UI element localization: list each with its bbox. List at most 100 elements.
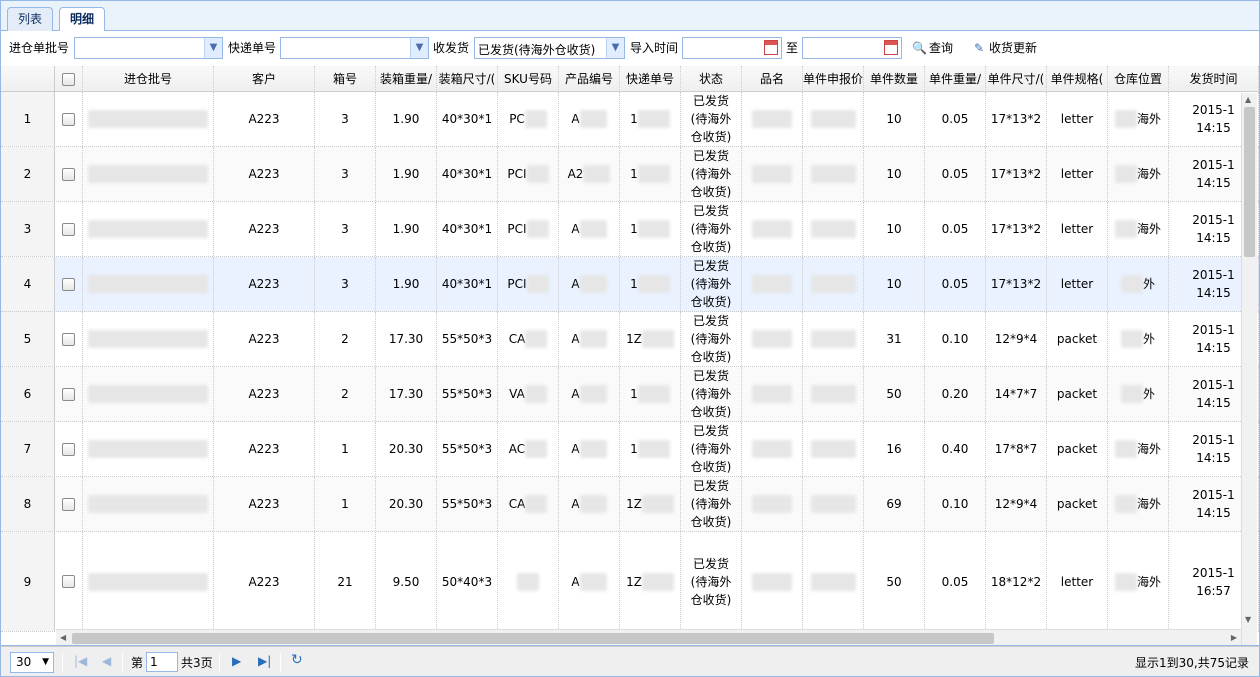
cell-box-size-value: 40*30*1: [441, 112, 493, 126]
status-combo[interactable]: 已发货(待海外仓收货) ▼: [474, 37, 625, 59]
redacted-text: [641, 572, 674, 591]
row-checkbox-cell: [55, 367, 83, 421]
col-customer[interactable]: 客户: [214, 66, 315, 92]
date-from-field[interactable]: [682, 37, 782, 59]
cell-name: [742, 257, 803, 311]
col-unit-size[interactable]: 单件尺寸/(: [986, 66, 1047, 92]
cell-product: A: [559, 92, 620, 146]
chevron-down-icon[interactable]: ▼: [42, 653, 49, 672]
table-row[interactable]: 3 A223 3 1.90 40*30*1 PCI A 1 已发货(待海外仓收货) 10 0.05 1…: [1, 202, 1259, 257]
col-name[interactable]: 品名: [742, 66, 803, 92]
row-checkbox[interactable]: [62, 387, 75, 401]
scroll-right-icon[interactable]: ▶: [1231, 633, 1237, 642]
table-row[interactable]: 8 A223 1 20.30 55*50*3 CA A 1Z 已发货(待海外仓收货) 69 0.10…: [1, 477, 1259, 532]
row-checkbox[interactable]: [62, 497, 75, 511]
first-page-icon[interactable]: |◀: [74, 654, 87, 668]
col-ship-time[interactable]: 发货时间: [1169, 66, 1259, 92]
chevron-down-icon[interactable]: ▼: [204, 38, 222, 58]
row-checkbox[interactable]: [62, 575, 75, 588]
col-qty[interactable]: 单件数量: [864, 66, 925, 92]
page-number-input[interactable]: 1: [146, 652, 178, 672]
row-checkbox[interactable]: [62, 442, 75, 456]
col-batch[interactable]: 进仓批号: [83, 66, 214, 92]
table-row[interactable]: 9 A223 21 9.50 50*40*3 A 1Z 已发货(待海外仓收货) 50 0.05 18…: [1, 532, 1259, 632]
cell-spec-value: letter: [1060, 167, 1094, 181]
scroll-down-icon[interactable]: ▼: [1245, 615, 1251, 624]
last-page-icon[interactable]: ▶|: [258, 654, 271, 668]
next-page-icon[interactable]: ▶: [232, 654, 241, 668]
col-status[interactable]: 状态: [681, 66, 742, 92]
date-to-field[interactable]: [802, 37, 902, 59]
calendar-icon[interactable]: [884, 40, 898, 55]
col-product[interactable]: 产品编号: [559, 66, 620, 92]
cell-batch: [83, 422, 214, 476]
col-box-size[interactable]: 装箱尺寸/(: [437, 66, 498, 92]
row-number-value: 1: [23, 112, 32, 126]
redacted-text: [810, 572, 856, 591]
cell-status: 已发货(待海外仓收货): [681, 532, 742, 631]
cell-unit-size: 14*7*7: [986, 367, 1047, 421]
calendar-icon[interactable]: [764, 40, 778, 55]
cell-unit-weight-value: 0.10: [941, 497, 969, 511]
cell-batch: [83, 257, 214, 311]
redacted-text: [517, 572, 539, 591]
batch-combo[interactable]: ▼: [74, 37, 223, 59]
redacted-text: [88, 275, 208, 293]
cell-product: A: [559, 532, 620, 631]
redacted-text: [752, 330, 792, 348]
page-size-select[interactable]: 30 ▼: [10, 652, 54, 673]
scroll-left-icon[interactable]: ◀: [60, 633, 66, 642]
row-checkbox-cell: [55, 92, 83, 146]
row-checkbox[interactable]: [62, 222, 75, 236]
tab-detail[interactable]: 明细: [59, 7, 106, 33]
row-checkbox[interactable]: [62, 332, 75, 346]
row-number-value: 8: [23, 497, 32, 511]
cell-declared: [803, 422, 864, 476]
redacted-text: [579, 572, 607, 591]
cell-location-value: 外: [1142, 332, 1155, 346]
col-box-weight[interactable]: 装箱重量/: [376, 66, 437, 92]
table-row[interactable]: 5 A223 2 17.30 55*50*3 CA A 1Z 已发货(待海外仓收货) 31 0.10…: [1, 312, 1259, 367]
horizontal-scrollbar[interactable]: ◀ ▶: [56, 629, 1241, 645]
cell-express: 1: [620, 257, 681, 311]
row-checkbox-cell: [55, 202, 83, 256]
col-sku[interactable]: SKU号码: [498, 66, 559, 92]
redacted-text: [1114, 220, 1137, 238]
prev-page-icon[interactable]: ◀: [102, 654, 111, 668]
col-box[interactable]: 箱号: [315, 66, 376, 92]
col-location[interactable]: 仓库位置: [1108, 66, 1169, 92]
table-row[interactable]: 1 A223 3 1.90 40*30*1 PC A 1 已发货(待海外仓收货) 10 0.05 17…: [1, 92, 1259, 147]
horizontal-scroll-thumb[interactable]: [72, 633, 994, 644]
refresh-icon[interactable]: ↻: [291, 652, 303, 668]
col-spec[interactable]: 单件规格(: [1047, 66, 1108, 92]
vertical-scroll-thumb[interactable]: [1244, 107, 1255, 257]
table-row[interactable]: 2 A223 3 1.90 40*30*1 PCI A2 1 已发货(待海外仓收货) 10 0.05…: [1, 147, 1259, 202]
vertical-scrollbar[interactable]: ▲ ▼: [1241, 93, 1257, 645]
select-all-checkbox[interactable]: [62, 73, 75, 86]
chevron-down-icon[interactable]: ▼: [606, 38, 624, 58]
redacted-text: [641, 495, 674, 513]
table-row[interactable]: 6 A223 2 17.30 55*50*3 VA A 1 已发货(待海外仓收货) 50 0.20 1…: [1, 367, 1259, 422]
scroll-up-icon[interactable]: ▲: [1245, 95, 1251, 104]
tab-list[interactable]: 列表: [7, 7, 54, 32]
table-row[interactable]: 4 A223 3 1.90 40*30*1 PCI A 1 已发货(待海外仓收货) 10 0.05 1…: [1, 257, 1259, 312]
cell-product: A: [559, 477, 620, 531]
cell-unit-weight: 0.05: [925, 202, 986, 256]
detail-grid: 进仓批号 客户 箱号 装箱重量/ 装箱尺寸/( SKU号码 产品编号 快递单号 …: [0, 66, 1260, 646]
row-checkbox[interactable]: [62, 112, 75, 126]
receive-update-button[interactable]: ✎ 收货更新: [972, 38, 1037, 58]
table-row[interactable]: 7 A223 1 20.30 55*50*3 AC A 1 已发货(待海外仓收货) 16 0.40 1…: [1, 422, 1259, 477]
col-unit-weight[interactable]: 单件重量/: [925, 66, 986, 92]
col-declared[interactable]: 单件申报价: [803, 66, 864, 92]
cell-product: A2: [559, 147, 620, 201]
chevron-down-icon[interactable]: ▼: [410, 38, 428, 58]
express-combo[interactable]: ▼: [280, 37, 429, 59]
cell-unit-size-value: 12*9*4: [994, 332, 1038, 346]
cell-customer-value: A223: [248, 442, 280, 456]
col-express[interactable]: 快递单号: [620, 66, 681, 92]
batch-label: 进仓单批号: [9, 41, 70, 55]
row-checkbox[interactable]: [62, 277, 75, 291]
cell-location: 海外: [1108, 147, 1169, 201]
query-button[interactable]: 🔍 查询: [912, 38, 953, 58]
row-checkbox[interactable]: [62, 167, 75, 181]
